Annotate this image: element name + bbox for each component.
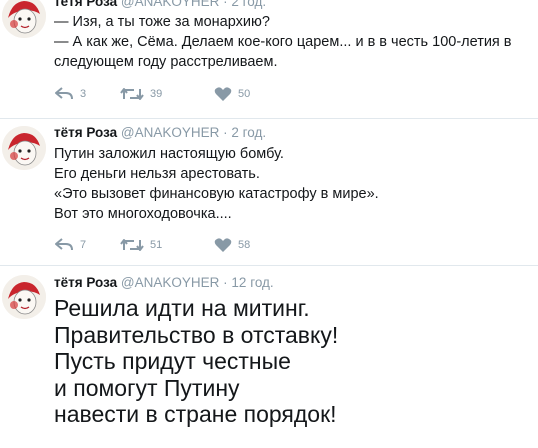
tweet-line: Вот это многоходовочка.... — [54, 206, 232, 222]
tweet-line: Пусть придут честные — [54, 348, 291, 374]
retweet-count: 51 — [150, 239, 163, 251]
retweet-icon — [120, 88, 144, 100]
tweet-line: навести в стране порядок! — [54, 401, 337, 427]
retweet-button[interactable]: 39 — [120, 86, 162, 102]
tweet-line: — Изя, а ты тоже за монархию? — [54, 14, 270, 30]
tweet-line: Его деньги нельзя арестовать. — [54, 166, 260, 182]
tweet-time[interactable]: 12 год. — [231, 275, 273, 290]
tweet-time[interactable]: 2 год. — [231, 125, 266, 140]
retweet-button[interactable]: 51 — [120, 237, 162, 253]
avatar[interactable] — [2, 275, 46, 319]
reply-icon — [55, 238, 73, 251]
author-name[interactable]: тётя Роза — [54, 275, 117, 290]
tweet-line: следующем году расстреливаем. — [54, 54, 278, 70]
author-name[interactable]: тётя Роза — [54, 125, 117, 140]
avatar[interactable] — [2, 126, 46, 170]
avatar[interactable] — [2, 0, 46, 38]
like-count: 58 — [238, 239, 251, 251]
heart-icon — [214, 238, 232, 252]
separator-dot: · — [223, 275, 228, 290]
tweet-line: и помогут Путину — [54, 374, 240, 401]
reply-count: 7 — [80, 239, 87, 251]
tweet[interactable]: тётя Роза @ANAKOYHER · 2 год. Путин зало… — [0, 119, 538, 265]
separator-dot: · — [223, 125, 228, 140]
like-count: 50 — [238, 88, 251, 100]
separator-dot: · — [223, 0, 228, 9]
retweet-icon — [120, 239, 144, 251]
tweet[interactable]: тётя Роза @ANAKOYHER · 2 год. — Изя, а т… — [0, 0, 538, 118]
tweet-time[interactable]: 2 год. — [231, 0, 266, 9]
like-button[interactable]: 50 — [214, 86, 250, 102]
retweet-count: 39 — [150, 88, 163, 100]
tweet-text: Решила идти на митинг. Правительство в о… — [54, 295, 338, 428]
like-button[interactable]: 58 — [214, 237, 250, 253]
reply-icon — [55, 87, 73, 100]
tweet-line: Решила идти на митинг. — [54, 295, 310, 321]
author-handle[interactable]: @ANAKOYHER — [121, 0, 219, 9]
reply-button[interactable]: 7 — [54, 237, 86, 253]
heart-icon — [214, 87, 232, 101]
tweet-text: — Изя, а ты тоже за монархию? — А как же… — [54, 12, 512, 72]
reply-count: 3 — [80, 88, 87, 100]
tweet-text: Путин заложил настоящую бомбу. Его деньг… — [54, 144, 379, 224]
tweet[interactable]: тётя Роза @ANAKOYHER · 12 год. Решила ид… — [0, 266, 538, 448]
author-handle[interactable]: @ANAKOYHER — [121, 275, 219, 290]
tweet-line: «Это вызовет финансовую катастрофу в мир… — [54, 186, 379, 202]
tweet-line: Правительство в отставку! — [54, 321, 339, 348]
author-handle[interactable]: @ANAKOYHER — [121, 125, 219, 140]
tweet-line: Путин заложил настоящую бомбу. — [54, 146, 284, 162]
reply-button[interactable]: 3 — [54, 86, 86, 102]
tweet-line: — А как же, Сёма. Делаем кое-кого царем.… — [54, 34, 512, 50]
author-name[interactable]: тётя Роза — [54, 0, 117, 9]
